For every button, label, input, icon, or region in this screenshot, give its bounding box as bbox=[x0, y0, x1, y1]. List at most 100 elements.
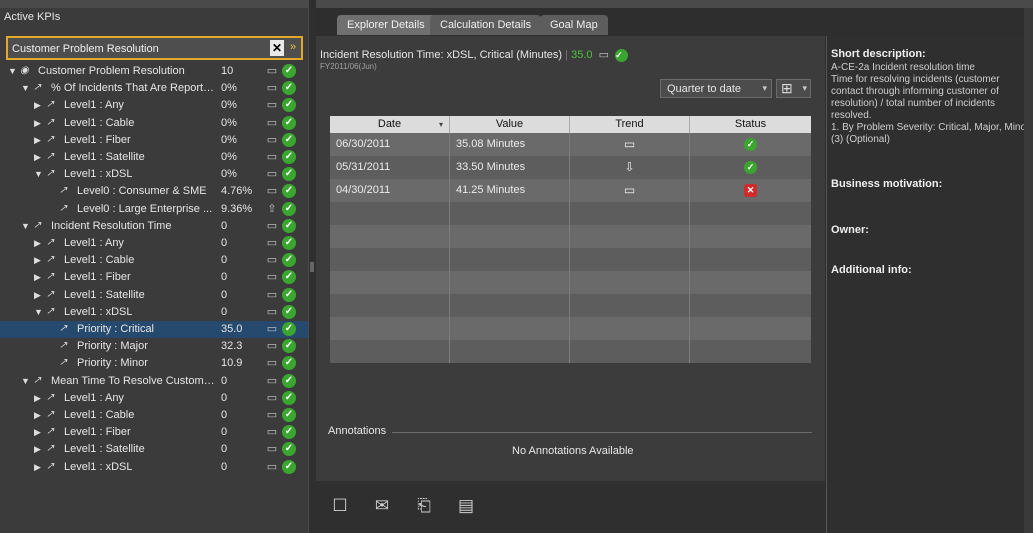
comment-icon[interactable]: ☐ bbox=[328, 494, 352, 518]
tree-row[interactable]: ▶ ↗ Level1 : Fiber 0 ▭ ✓ bbox=[0, 424, 308, 441]
tree-row[interactable]: ▶ ↗ Level1 : Satellite 0 ▭ ✓ bbox=[0, 287, 308, 304]
expanded-icon[interactable]: ▼ bbox=[34, 168, 44, 180]
expanded-icon[interactable]: ▼ bbox=[34, 306, 44, 318]
kpi-icon: ↗ bbox=[46, 289, 55, 300]
status-ok-icon: ✓ bbox=[282, 270, 296, 284]
collapsed-icon[interactable]: ▶ bbox=[34, 426, 44, 438]
status-ok-icon: ✓ bbox=[282, 202, 296, 216]
tree-row[interactable]: ▶ ↗ Level1 : Any 0 ▭ ✓ bbox=[0, 390, 308, 407]
tree-row[interactable]: ↗ Priority : Major 32.3 ▭ ✓ bbox=[0, 338, 308, 355]
tree-row[interactable]: ▶ ↗ Level1 : Cable 0 ▭ ✓ bbox=[0, 252, 308, 269]
splitter-grip[interactable] bbox=[310, 262, 314, 272]
report-icon[interactable]: ▤ bbox=[454, 494, 478, 518]
tree-row[interactable]: ▶ ↗ Level1 : Any 0% ▭ ✓ bbox=[0, 97, 308, 114]
tree-item-label: Priority : Critical bbox=[77, 323, 155, 335]
collapsed-icon[interactable]: ▶ bbox=[34, 237, 44, 249]
column-header-date[interactable]: Date ▾ bbox=[330, 116, 450, 133]
trend-flat-icon: ▭ bbox=[623, 183, 636, 197]
collapsed-icon[interactable]: ▶ bbox=[34, 461, 44, 473]
tree-row[interactable]: ▼ ↗ Level1 : xDSL 0 ▭ ✓ bbox=[0, 304, 308, 321]
status-ok-icon: ✓ bbox=[615, 48, 629, 62]
trend-flat-icon: ▭ bbox=[266, 271, 278, 283]
main-panel: Explorer Details Calculation Details Goa… bbox=[316, 8, 1033, 533]
tree-item-value: 0 bbox=[221, 443, 228, 455]
kpi-icon: ↗ bbox=[46, 237, 55, 248]
collapsed-icon[interactable]: ▶ bbox=[34, 99, 44, 111]
clear-icon[interactable]: ✕ bbox=[270, 40, 284, 56]
tree-row[interactable]: ▶ ↗ Level1 : Cable 0 ▭ ✓ bbox=[0, 407, 308, 424]
period-select[interactable]: Quarter to date ▾ bbox=[660, 79, 772, 98]
collapsed-icon[interactable]: ▶ bbox=[34, 254, 44, 266]
tree-row[interactable]: ▶ ↗ Level1 : Any 0 ▭ ✓ bbox=[0, 235, 308, 252]
empty-cell bbox=[690, 317, 811, 340]
table-row[interactable]: 04/30/2011 41.25 Minutes ▭ ✕ bbox=[330, 179, 811, 202]
cell-value: 33.50 Minutes bbox=[450, 156, 570, 179]
tree-row[interactable]: ↗ Level0 : Large Enterprise ... 9.36% ⇧ ✓ bbox=[0, 201, 308, 218]
tree-row[interactable]: ▶ ↗ Level1 : Satellite 0 ▭ ✓ bbox=[0, 441, 308, 458]
tree-row[interactable]: ↗ Priority : Critical 35.0 ▭ ✓ bbox=[0, 321, 308, 338]
tree-row[interactable]: ↗ Priority : Minor 10.9 ▭ ✓ bbox=[0, 355, 308, 372]
tab-explorer-details[interactable]: Explorer Details bbox=[337, 15, 435, 35]
tree-item-value: 0% bbox=[221, 168, 237, 180]
tree-row[interactable]: ▶ ↗ Level1 : Fiber 0% ▭ ✓ bbox=[0, 132, 308, 149]
tree-row[interactable]: ▼ ↗ % Of Incidents That Are Reported... 0% ▭… bbox=[0, 80, 308, 97]
status-ok-icon: ✓ bbox=[282, 339, 296, 353]
trend-flat-icon: ▭ bbox=[266, 443, 278, 455]
kpi-value: 35.0 bbox=[571, 49, 593, 61]
status-ok-icon: ✓ bbox=[282, 288, 296, 302]
column-header-status[interactable]: Status bbox=[690, 116, 811, 133]
collapsed-icon[interactable]: ▶ bbox=[34, 392, 44, 404]
additional-info-heading: Additional info: bbox=[831, 264, 912, 276]
status-ok-icon: ✓ bbox=[282, 391, 296, 405]
table-row[interactable]: 06/30/2011 35.08 Minutes ▭ ✓ bbox=[330, 133, 811, 156]
leaf-spacer bbox=[47, 323, 57, 335]
trend-flat-icon: ▭ bbox=[266, 99, 278, 111]
trend-flat-icon: ▭ bbox=[266, 254, 278, 266]
tab-goal-map[interactable]: Goal Map bbox=[540, 15, 608, 35]
tab-calculation-details[interactable]: Calculation Details bbox=[430, 15, 542, 35]
tree-row[interactable]: ▼ ↗ Level1 : xDSL 0% ▭ ✓ bbox=[0, 166, 308, 183]
tree-row[interactable]: ▼ ◉ Customer Problem Resolution 10 ▭ ✓ bbox=[0, 63, 308, 80]
email-icon[interactable]: ✉ bbox=[370, 494, 394, 518]
tree-item-value: 0 bbox=[221, 409, 228, 421]
tree-row[interactable]: ▶ ↗ Level1 : Fiber 0 ▭ ✓ bbox=[0, 269, 308, 286]
empty-cell bbox=[450, 202, 570, 225]
collapsed-icon[interactable]: ▶ bbox=[34, 134, 44, 146]
export-icon[interactable]: ⎗ bbox=[412, 494, 436, 518]
expanded-icon[interactable]: ▼ bbox=[21, 82, 31, 94]
empty-cell bbox=[570, 271, 690, 294]
tree-row[interactable]: ▼ ↗ Mean Time To Resolve Custome... 0 ▭ ✓ bbox=[0, 373, 308, 390]
view-mode-button[interactable]: ⊞ ▾ bbox=[776, 79, 811, 98]
panel-title: Active KPIs bbox=[4, 11, 61, 23]
cell-value: 41.25 Minutes bbox=[450, 179, 570, 202]
tree-row[interactable]: ▶ ↗ Level1 : xDSL 0 ▭ ✓ bbox=[0, 459, 308, 476]
collapsed-icon[interactable]: ▶ bbox=[34, 151, 44, 163]
column-header-value[interactable]: Value bbox=[450, 116, 570, 133]
tree-row[interactable]: ↗ Level0 : Consumer & SME 4.76% ▭ ✓ bbox=[0, 183, 308, 200]
kpi-picker[interactable]: Customer Problem Resolution ✕ » bbox=[6, 36, 303, 60]
tree-row[interactable]: ▶ ↗ Level1 : Cable 0% ▭ ✓ bbox=[0, 115, 308, 132]
tree-item-label: Level1 : xDSL bbox=[64, 306, 133, 318]
expanded-icon[interactable]: ▼ bbox=[21, 375, 31, 387]
table-row[interactable]: 05/31/2011 33.50 Minutes ⇩ ✓ bbox=[330, 156, 811, 179]
empty-cell bbox=[570, 317, 690, 340]
expanded-icon[interactable]: ▼ bbox=[21, 220, 31, 232]
collapsed-icon[interactable]: ▶ bbox=[34, 117, 44, 129]
collapsed-icon[interactable]: ▶ bbox=[34, 289, 44, 301]
collapsed-icon[interactable]: ▶ bbox=[34, 409, 44, 421]
status-ok-icon: ✓ bbox=[282, 460, 296, 474]
column-header-trend[interactable]: Trend bbox=[570, 116, 690, 133]
collapsed-icon[interactable]: ▶ bbox=[34, 271, 44, 283]
expand-icon[interactable]: » bbox=[286, 40, 300, 56]
empty-cell bbox=[450, 340, 570, 363]
kpi-icon: ↗ bbox=[33, 82, 42, 93]
empty-cell bbox=[450, 294, 570, 317]
tree-row[interactable]: ▶ ↗ Level1 : Satellite 0% ▭ ✓ bbox=[0, 149, 308, 166]
empty-table-row bbox=[330, 340, 811, 363]
trend-flat-icon: ▭ bbox=[266, 409, 278, 421]
tree-row[interactable]: ▼ ↗ Incident Resolution Time 0 ▭ ✓ bbox=[0, 218, 308, 235]
cell-trend: ▭ bbox=[570, 179, 690, 202]
expanded-icon[interactable]: ▼ bbox=[8, 65, 18, 77]
collapsed-icon[interactable]: ▶ bbox=[34, 443, 44, 455]
status-ok-icon: ✓ bbox=[282, 150, 296, 164]
